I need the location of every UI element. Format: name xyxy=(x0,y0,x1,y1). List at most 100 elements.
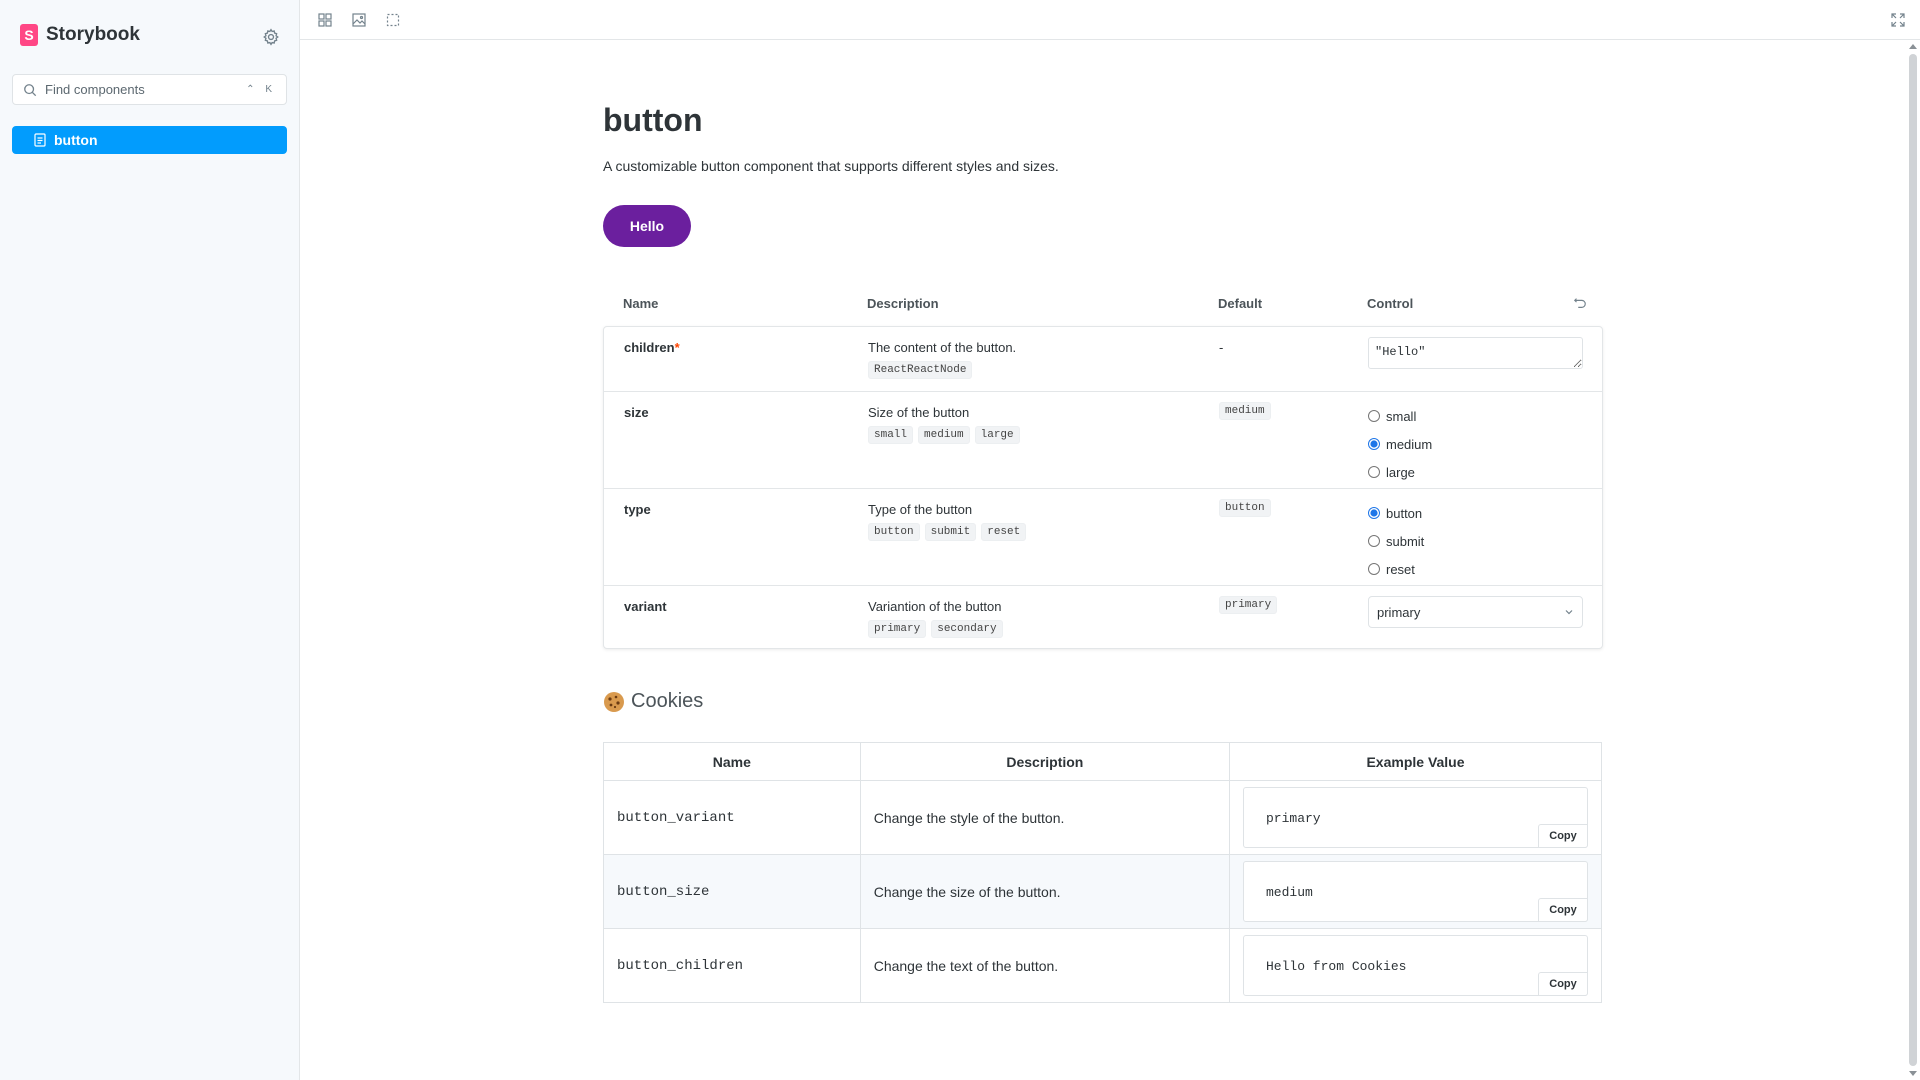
col-name: Name xyxy=(623,296,659,311)
arg-row-children: children* The content of the button. Rea… xyxy=(604,327,1602,391)
arg-default: - xyxy=(1219,340,1224,355)
arg-name: size xyxy=(624,405,649,420)
type-tag: ReactReactNode xyxy=(868,361,973,379)
type-tag: button xyxy=(868,523,920,541)
cookie-value: primary xyxy=(1266,811,1321,826)
gear-icon[interactable] xyxy=(262,28,280,46)
radio-submit[interactable]: submit xyxy=(1368,527,1424,555)
scroll-up-arrow[interactable] xyxy=(1909,44,1917,49)
arg-description: The content of the button. xyxy=(868,340,1017,355)
type-tag: large xyxy=(974,426,1020,444)
radio-input[interactable] xyxy=(1368,410,1380,422)
storybook-logo-icon: S xyxy=(20,24,38,46)
arg-description: Type of the button xyxy=(868,502,973,517)
cookie-name: button_size xyxy=(603,854,861,929)
size-radio-group: small medium large xyxy=(1368,402,1432,486)
arg-row-variant: variant Variantion of the button primary… xyxy=(604,585,1602,648)
arg-default: button xyxy=(1219,499,1271,517)
sidebar-item-button[interactable]: button xyxy=(12,126,287,154)
select-value: primary xyxy=(1377,604,1421,620)
cookie-value-box: primary Copy xyxy=(1243,787,1588,848)
radio-input[interactable] xyxy=(1368,438,1380,450)
radio-input[interactable] xyxy=(1368,507,1380,519)
variant-select[interactable]: primary xyxy=(1368,596,1583,628)
required-marker: * xyxy=(674,340,680,355)
cookie-value-box: medium Copy xyxy=(1243,861,1588,922)
table-row: button_size Change the size of the butto… xyxy=(603,854,1602,929)
arg-description: Size of the button xyxy=(868,405,970,420)
cookies-title: Cookies xyxy=(631,690,704,712)
arg-description: Variantion of the button xyxy=(868,599,1002,614)
type-tag: submit xyxy=(924,523,977,541)
cookie-description: Change the style of the button. xyxy=(859,780,1231,855)
sidebar: S Storybook ⌃ K button xyxy=(0,0,300,1080)
type-tag: reset xyxy=(981,523,1027,541)
arg-types: button submit reset xyxy=(868,523,1027,541)
cookie-name: button_children xyxy=(603,928,861,1003)
page-title: button xyxy=(603,102,703,138)
arg-row-size: size Size of the button small medium lar… xyxy=(604,391,1602,488)
search-box[interactable]: ⌃ K xyxy=(12,74,287,105)
cookies-col-description: Description xyxy=(859,742,1231,781)
scroll-thumb[interactable] xyxy=(1909,54,1917,1066)
chevron-down-icon xyxy=(1565,610,1573,615)
arg-name: variant xyxy=(624,599,667,614)
col-default: Default xyxy=(1218,296,1263,311)
type-radio-group: button submit reset xyxy=(1368,499,1424,583)
arg-types: ReactReactNode xyxy=(868,361,973,379)
col-control: Control xyxy=(1367,296,1414,311)
document-icon xyxy=(34,133,46,147)
arg-default: primary xyxy=(1219,596,1278,614)
copy-button[interactable]: Copy xyxy=(1538,898,1588,922)
grid-icon[interactable] xyxy=(317,12,333,28)
copy-button[interactable]: Copy xyxy=(1538,824,1588,848)
expand-icon[interactable] xyxy=(1890,12,1906,28)
arg-name: children* xyxy=(624,340,680,355)
radio-input[interactable] xyxy=(1368,466,1380,478)
reset-icon[interactable] xyxy=(1573,296,1587,310)
cookies-table: Name Description Example Value button_va… xyxy=(603,742,1602,1003)
table-row: button_variant Change the style of the b… xyxy=(603,780,1602,855)
outline-icon[interactable] xyxy=(385,12,401,28)
radio-medium[interactable]: medium xyxy=(1368,430,1432,458)
type-tag: secondary xyxy=(931,620,1003,638)
arg-name: type xyxy=(624,502,651,517)
cookie-name: button_variant xyxy=(603,780,861,855)
type-tag: small xyxy=(868,426,914,444)
type-tag: primary xyxy=(868,620,927,638)
radio-large[interactable]: large xyxy=(1368,458,1432,486)
sidebar-item-label: button xyxy=(54,132,98,148)
brand[interactable]: S Storybook xyxy=(20,24,140,46)
radio-small[interactable]: small xyxy=(1368,402,1432,430)
cookie-value: Hello from Cookies xyxy=(1266,959,1407,974)
argtable: children* The content of the button. Rea… xyxy=(603,326,1603,649)
col-description: Description xyxy=(867,296,939,311)
demo-button[interactable]: Hello xyxy=(603,205,691,247)
radio-input[interactable] xyxy=(1368,563,1380,575)
toolbar xyxy=(300,0,1920,40)
cookie-value: medium xyxy=(1266,885,1313,900)
scrollbar[interactable] xyxy=(1906,40,1920,1080)
radio-input[interactable] xyxy=(1368,535,1380,547)
copy-button[interactable]: Copy xyxy=(1538,972,1588,996)
cookies-col-value: Example Value xyxy=(1229,742,1602,781)
table-row: button_children Change the text of the b… xyxy=(603,928,1602,1003)
cookie-icon xyxy=(604,691,624,712)
radio-button[interactable]: button xyxy=(1368,499,1424,527)
page-description: A customizable button component that sup… xyxy=(603,158,1059,174)
search-input[interactable] xyxy=(45,82,247,97)
argtable-header: Name Description Default Control xyxy=(603,290,1603,318)
brand-name: Storybook xyxy=(46,24,140,45)
scroll-down-arrow[interactable] xyxy=(1909,1071,1917,1076)
type-tag: medium xyxy=(918,426,970,444)
cookies-col-name: Name xyxy=(603,742,861,781)
search-icon xyxy=(24,83,37,96)
children-textarea[interactable]: "Hello" xyxy=(1368,337,1583,369)
arg-row-type: type Type of the button button submit re… xyxy=(604,488,1602,585)
cookie-value-box: Hello from Cookies Copy xyxy=(1243,935,1588,996)
arg-default: medium xyxy=(1219,402,1271,420)
image-icon[interactable] xyxy=(351,12,367,28)
radio-reset[interactable]: reset xyxy=(1368,555,1424,583)
cookie-description: Change the size of the button. xyxy=(859,854,1231,929)
cookies-heading: Cookies xyxy=(603,690,703,713)
